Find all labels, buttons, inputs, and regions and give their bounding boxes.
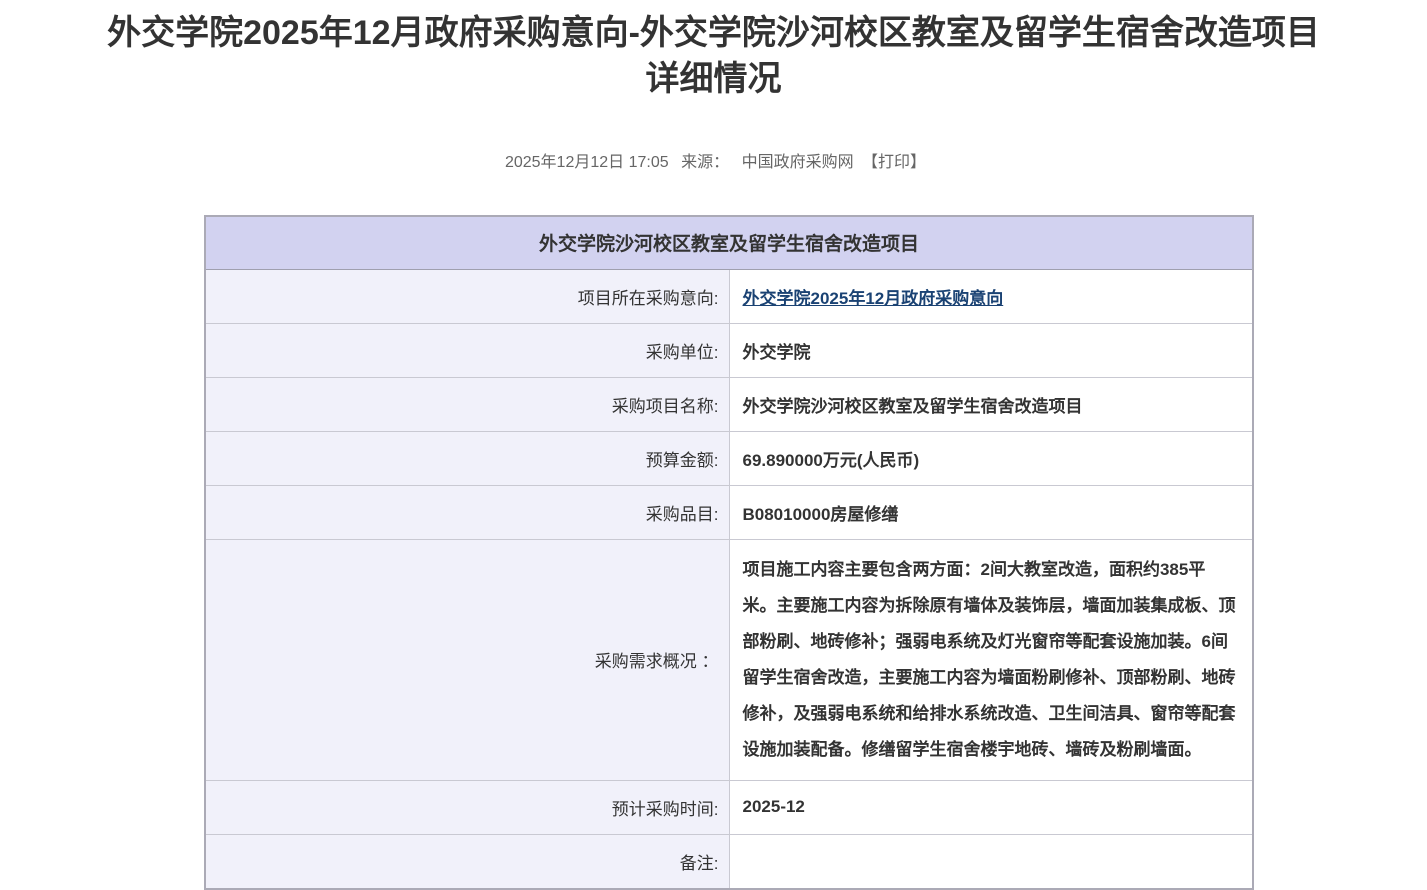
row-value-remark (729, 834, 1253, 889)
row-label-category: 采购品目: (205, 485, 729, 539)
table-row-remark: 备注: (205, 834, 1253, 889)
meta-source-name: 中国政府采购网 (742, 154, 854, 171)
row-value-expected-time: 2025-12 (729, 780, 1253, 834)
row-label-intention: 项目所在采购意向: (205, 269, 729, 323)
table-row-category: 采购品目: B08010000房屋修缮 (205, 485, 1253, 539)
row-label-budget: 预算金额: (205, 431, 729, 485)
row-value-budget: 69.890000万元(人民币) (729, 431, 1253, 485)
row-value-project-name: 外交学院沙河校区教室及留学生宿舍改造项目 (729, 377, 1253, 431)
row-label-expected-time: 预计采购时间: (205, 780, 729, 834)
page: 外交学院2025年12月政府采购意向-外交学院沙河校区教室及留学生宿舍改造项目 … (0, 0, 1427, 890)
table-row-intention: 项目所在采购意向: 外交学院2025年12月政府采购意向 (205, 269, 1253, 323)
row-value-requirement: 项目施工内容主要包含两方面：2间大教室改造，面积约385平米。主要施工内容为拆除… (729, 539, 1253, 780)
row-label-project-name: 采购项目名称: (205, 377, 729, 431)
detail-table-container: 外交学院沙河校区教室及留学生宿舍改造项目 项目所在采购意向: 外交学院2025年… (204, 215, 1254, 890)
procurement-detail-table: 外交学院沙河校区教室及留学生宿舍改造项目 项目所在采购意向: 外交学院2025年… (204, 215, 1254, 890)
row-label-purchaser: 采购单位: (205, 323, 729, 377)
row-value-category: B08010000房屋修缮 (729, 485, 1253, 539)
table-header-row: 外交学院沙河校区教室及留学生宿舍改造项目 (205, 216, 1253, 269)
page-title-line1: 外交学院2025年12月政府采购意向-外交学院沙河校区教室及留学生宿舍改造项目 (0, 10, 1427, 56)
table-row-project-name: 采购项目名称: 外交学院沙河校区教室及留学生宿舍改造项目 (205, 377, 1253, 431)
page-title: 外交学院2025年12月政府采购意向-外交学院沙河校区教室及留学生宿舍改造项目 … (0, 0, 1427, 102)
meta-source-label: 来源： (681, 154, 729, 171)
table-row-purchaser: 采购单位: 外交学院 (205, 323, 1253, 377)
intention-link[interactable]: 外交学院2025年12月政府采购意向 (743, 289, 1004, 308)
table-row-requirement: 采购需求概况 ： 项目施工内容主要包含两方面：2间大教室改造，面积约385平米。… (205, 539, 1253, 780)
meta-line: 2025年12月12日 17:05 来源： 中国政府采购网 【打印】 (0, 148, 1427, 172)
table-title: 外交学院沙河校区教室及留学生宿舍改造项目 (205, 216, 1253, 269)
page-title-line2: 详细情况 (0, 56, 1427, 102)
row-label-remark: 备注: (205, 834, 729, 889)
meta-datetime: 2025年12月12日 17:05 (505, 154, 669, 171)
row-value-purchaser: 外交学院 (729, 323, 1253, 377)
table-row-budget: 预算金额: 69.890000万元(人民币) (205, 431, 1253, 485)
table-row-expected-time: 预计采购时间: 2025-12 (205, 780, 1253, 834)
row-value-intention: 外交学院2025年12月政府采购意向 (729, 269, 1253, 323)
row-label-requirement: 采购需求概况 ： (205, 539, 729, 780)
print-button[interactable]: 【打印】 (862, 154, 926, 171)
